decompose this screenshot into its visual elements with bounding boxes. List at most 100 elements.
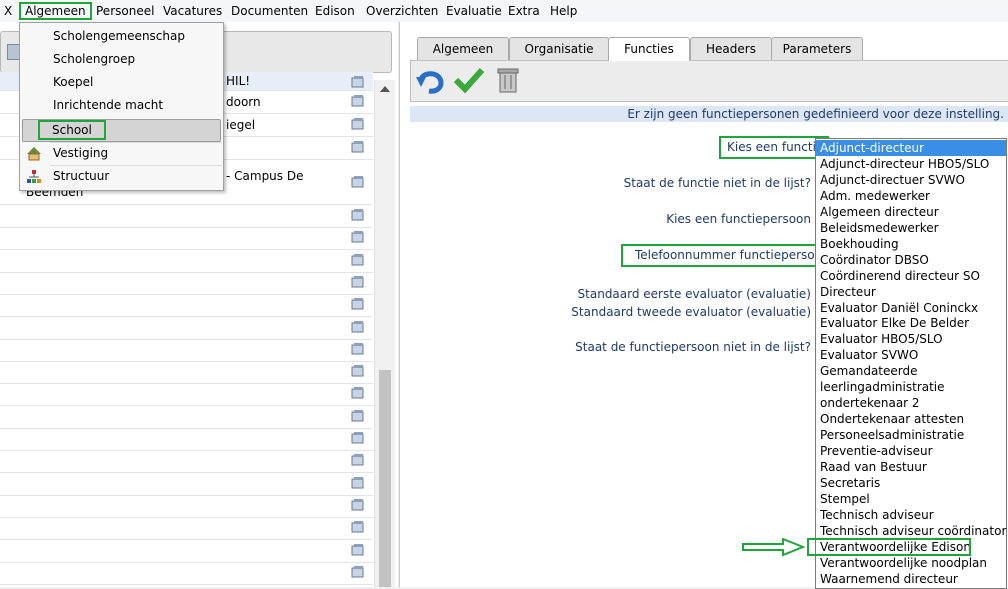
functie-option[interactable]: Verantwoordelijke Edison (807, 537, 971, 556)
tab-algemeen[interactable]: Algemeen (417, 37, 509, 60)
menu-item-school[interactable]: School (22, 119, 221, 142)
tab-organisatie[interactable]: Organisatie (509, 37, 609, 60)
functie-option[interactable]: Raad van Bestuur (816, 459, 1006, 475)
menu-documenten[interactable]: Documenten (231, 4, 308, 18)
table-row[interactable] (0, 339, 373, 362)
card-icon[interactable] (351, 76, 365, 88)
menu-edison[interactable]: Edison (315, 4, 355, 18)
tab-parameters[interactable]: Parameters (771, 37, 863, 60)
menu-item-scholengemeenschap[interactable]: Scholengemeenschap (20, 26, 223, 48)
card-icon[interactable] (351, 387, 365, 399)
delete-icon[interactable] (493, 65, 523, 95)
functie-option[interactable]: Gemandateerde (816, 363, 1006, 379)
table-row[interactable] (0, 227, 373, 251)
card-icon[interactable] (351, 95, 365, 107)
card-icon[interactable] (351, 118, 365, 130)
table-row[interactable] (0, 562, 373, 585)
card-icon[interactable] (351, 409, 365, 422)
functie-option[interactable]: Technisch adviseur coördinator (816, 523, 1006, 539)
functie-option[interactable]: Evaluator Elke De Belder (816, 315, 1006, 331)
menu-x[interactable]: X (4, 4, 12, 18)
menu-extra[interactable]: Extra (508, 4, 540, 18)
functie-option[interactable]: Coördinator DBSO (816, 252, 1006, 268)
functie-option[interactable]: Evaluator Daniël Coninckx (816, 300, 1006, 316)
menu-help[interactable]: Help (550, 4, 577, 18)
card-icon[interactable] (351, 521, 365, 533)
card-icon[interactable] (351, 476, 365, 489)
table-row[interactable] (0, 495, 373, 518)
functie-option[interactable]: Boekhouding (816, 236, 1006, 252)
functie-option[interactable]: Waarnemend directeur (816, 571, 1006, 587)
menu-item-structuur[interactable]: Structuur (20, 166, 223, 188)
table-row[interactable] (0, 517, 373, 541)
card-icon[interactable] (351, 209, 365, 221)
functie-option[interactable]: Adjunct-directuer SVWO (816, 172, 1006, 188)
functie-option[interactable]: Beleidsmedewerker (816, 220, 1006, 236)
menu-personeel[interactable]: Personeel (96, 4, 154, 18)
card-icon[interactable] (351, 298, 365, 310)
menu-algemeen[interactable]: Algemeen (19, 2, 92, 20)
functie-option[interactable]: leerlingadministratie (816, 379, 1006, 395)
functie-option[interactable]: Verantwoordelijke noodplan (816, 555, 1006, 571)
functie-option[interactable]: Technisch adviseur (816, 507, 1006, 523)
card-icon[interactable] (351, 320, 365, 333)
table-row[interactable] (0, 406, 373, 429)
functie-option[interactable]: Directeur (816, 284, 1006, 300)
table-row[interactable] (0, 450, 373, 474)
table-row[interactable] (0, 294, 373, 318)
table-row[interactable] (0, 205, 373, 228)
card-icon[interactable] (351, 565, 365, 578)
functie-option[interactable]: Adjunct-directeur HBO5/SLO (816, 156, 1006, 172)
functie-option[interactable]: Adm. medewerker (816, 188, 1006, 204)
staat-niet-link[interactable]: Staat de functie niet in de lijst? (624, 176, 811, 190)
tab-functies[interactable]: Functies (608, 37, 690, 61)
card-icon[interactable] (351, 543, 365, 556)
functie-option[interactable]: Preventie-adviseur (816, 443, 1006, 459)
card-icon[interactable] (351, 141, 365, 153)
functie-option[interactable]: Evaluator SVWO (816, 347, 1006, 363)
functie-option[interactable]: Personeelsadministratie (816, 427, 1006, 443)
card-icon[interactable] (351, 342, 365, 355)
menu-item-vestiging[interactable]: Vestiging (20, 143, 223, 165)
table-row[interactable] (0, 317, 373, 340)
menu-evaluatie[interactable]: Evaluatie (446, 4, 502, 18)
menu-vacatures[interactable]: Vacatures (163, 4, 222, 18)
table-row[interactable] (0, 250, 373, 273)
table-row[interactable] (0, 428, 373, 451)
functie-option[interactable]: Stempel (816, 491, 1006, 507)
card-icon[interactable] (351, 432, 365, 444)
functie-option[interactable]: Evaluator HBO5/SLO (816, 331, 1006, 347)
persoon-niet-link[interactable]: Staat de functiepersoon niet in de lijst… (575, 340, 811, 354)
menu-item-koepel[interactable]: Koepel (20, 72, 223, 94)
vertical-scrollbar[interactable] (374, 80, 395, 587)
functie-option[interactable]: Algemeen directeur (816, 204, 1006, 220)
card-icon[interactable] (351, 275, 365, 288)
info-bar: Er zijn geen functiepersonen gedefinieer… (410, 106, 1008, 122)
card-icon[interactable] (351, 365, 365, 377)
functie-option[interactable]: Adjunct-directeur (816, 140, 1006, 156)
card-icon[interactable] (351, 231, 365, 243)
functie-option[interactable]: Coördinerend directeur SO (816, 268, 1006, 284)
table-row[interactable] (0, 383, 373, 407)
undo-icon[interactable] (415, 65, 447, 95)
functie-option[interactable]: ondertekenaar 2 (816, 395, 1006, 411)
menu-item-inrichtende-macht[interactable]: Inrichtende macht (20, 95, 223, 117)
scroll-up-icon[interactable] (380, 86, 390, 92)
menu-overzichten[interactable]: Overzichten (366, 4, 438, 18)
table-row[interactable] (0, 540, 373, 563)
table-row[interactable] (0, 272, 373, 295)
menu-item-scholengroep[interactable]: Scholengroep (20, 49, 223, 71)
table-row[interactable] (0, 473, 373, 496)
tab-headers[interactable]: Headers (690, 37, 772, 60)
functie-option[interactable]: Ondertekenaar attesten (816, 411, 1006, 427)
card-icon[interactable] (351, 253, 365, 266)
card-icon[interactable] (351, 498, 365, 511)
functie-option[interactable]: Secretaris (816, 475, 1006, 491)
table-row[interactable] (0, 361, 373, 385)
functie-listbox[interactable]: Adjunct-directeur Adjunct-directeur HBO5/… (807, 138, 1007, 589)
card-icon[interactable] (351, 176, 365, 188)
checkmark-icon[interactable] (453, 65, 485, 95)
scroll-thumb[interactable] (379, 370, 391, 587)
card-icon[interactable] (351, 454, 365, 466)
kies-functie-label: Kies een functie (718, 136, 830, 159)
